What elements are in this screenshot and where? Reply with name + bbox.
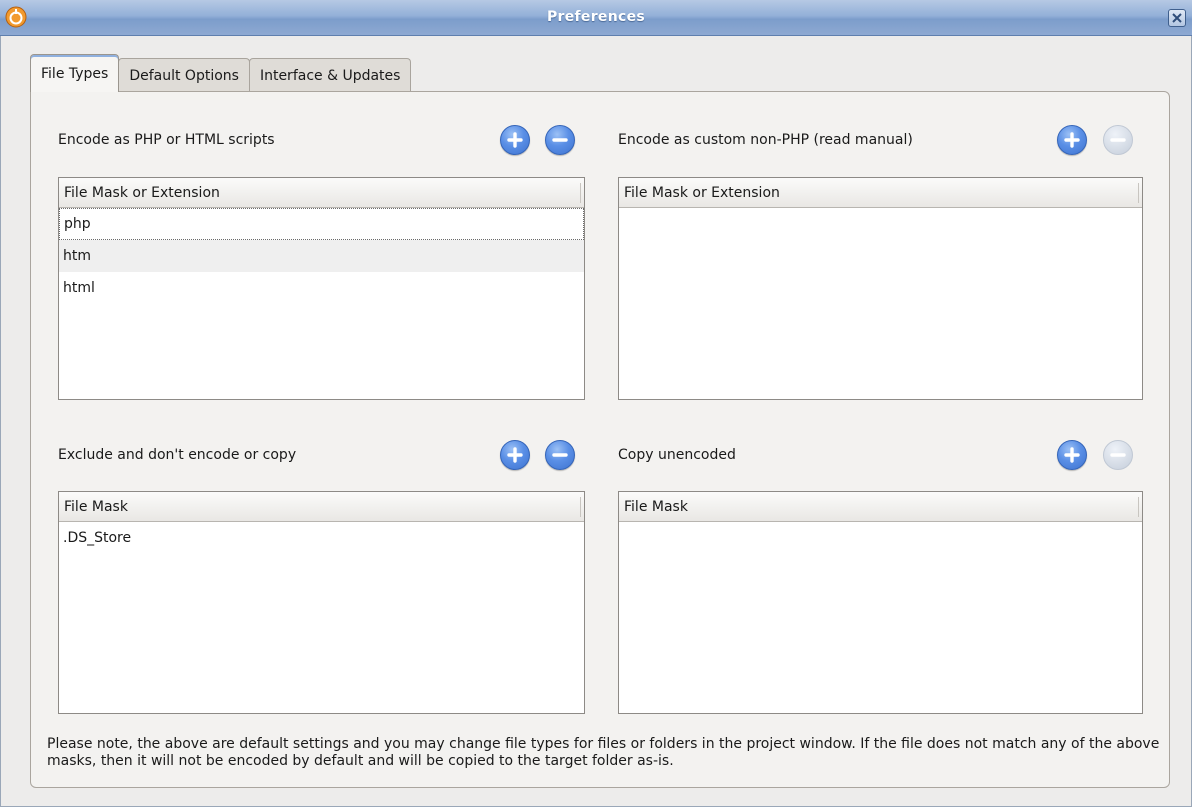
minus-circle-icon [552,453,568,457]
list-item-php[interactable]: php [59,208,584,240]
exclude-column-header[interactable]: File Mask [59,492,584,522]
column-header-label: File Mask [64,498,128,515]
minus-circle-icon [552,138,568,142]
close-icon [1172,13,1182,23]
default-settings-note: Please note, the above are default setti… [47,736,1160,769]
plus-circle-icon [507,447,523,463]
column-header-label: File Mask [624,498,688,515]
copy-remove-button[interactable] [1103,440,1133,470]
column-divider [580,497,581,517]
plus-circle-icon [1064,132,1080,148]
php-html-section-label: Encode as PHP or HTML scripts [58,132,275,148]
exclude-remove-button[interactable] [545,440,575,470]
list-item-htm[interactable]: htm [59,240,584,272]
php-html-add-button[interactable] [500,125,530,155]
copy-list[interactable]: File Mask [618,491,1143,714]
exclude-section-label: Exclude and don't encode or copy [58,447,297,463]
column-header-label: File Mask or Extension [64,184,220,201]
title-bar: Preferences [0,0,1192,36]
exclude-list[interactable]: File Mask .DS_Store [58,491,585,714]
column-divider [580,183,581,203]
tab-bar: File Types Default Options Interface & U… [30,54,412,92]
copy-add-button[interactable] [1057,440,1087,470]
php-html-list[interactable]: File Mask or Extension php htm html [58,177,585,400]
exclude-add-button[interactable] [500,440,530,470]
window-title: Preferences [546,9,646,25]
copy-column-header[interactable]: File Mask [619,492,1142,522]
custom-section-label: Encode as custom non-PHP (read manual) [618,132,913,148]
column-divider [1138,497,1139,517]
list-item-ds-store[interactable]: .DS_Store [59,522,584,554]
php-html-column-header[interactable]: File Mask or Extension [59,178,584,208]
custom-remove-button[interactable] [1103,125,1133,155]
custom-column-header[interactable]: File Mask or Extension [619,178,1142,208]
plus-circle-icon [1064,447,1080,463]
tab-default-options[interactable]: Default Options [118,58,250,92]
column-header-label: File Mask or Extension [624,184,780,201]
tab-file-types[interactable]: File Types [30,54,120,92]
custom-add-button[interactable] [1057,125,1087,155]
plus-circle-icon [507,132,523,148]
close-button[interactable] [1168,9,1186,27]
minus-circle-icon [1110,453,1126,457]
copy-section-label: Copy unencoded [618,447,736,463]
minus-circle-icon [1110,138,1126,142]
column-divider [1138,183,1139,203]
php-html-remove-button[interactable] [545,125,575,155]
custom-list[interactable]: File Mask or Extension [618,177,1143,400]
list-item-html[interactable]: html [59,272,584,304]
tab-interface-updates[interactable]: Interface & Updates [248,58,412,92]
